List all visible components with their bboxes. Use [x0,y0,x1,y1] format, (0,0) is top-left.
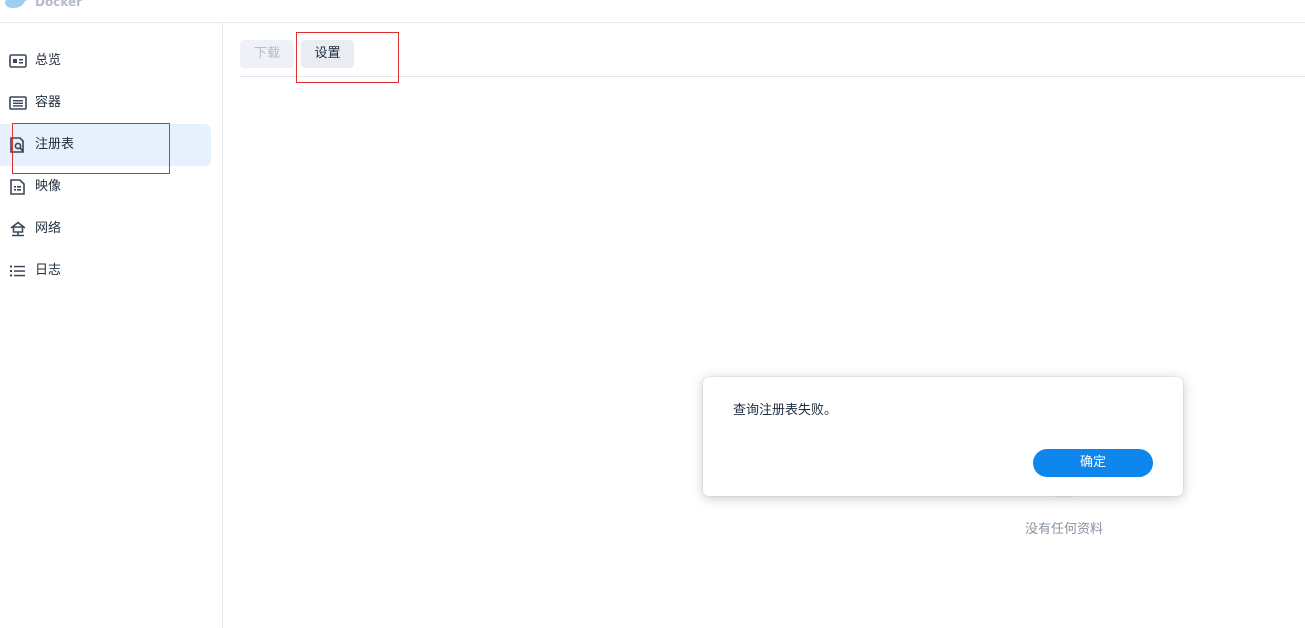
sidebar-item-overview[interactable]: 总览 [0,40,211,82]
sidebar-item-logs[interactable]: 日志 [0,250,211,292]
registry-search-icon [10,137,25,153]
sidebar-item-images[interactable]: 映像 [0,166,211,208]
sidebar-item-label: 总览 [35,53,62,68]
container-icon [9,96,27,110]
image-icon [10,179,25,195]
network-icon [10,221,26,237]
sidebar-item-label: 网络 [35,221,62,236]
sidebar-item-label: 注册表 [35,137,75,152]
docker-whale-icon [5,0,27,8]
sidebar-item-containers[interactable]: 容器 [0,82,211,124]
sidebar-item-label: 容器 [35,95,62,110]
sidebar: 总览 容器 注册表 映像 网络 日志 [0,23,223,628]
title-bar: Docker [0,0,1305,23]
ok-button[interactable]: 确定 [1033,449,1153,477]
error-dialog: 查询注册表失败。 确定 [703,377,1183,496]
app-title: Docker [35,0,83,9]
dialog-message: 查询注册表失败。 [733,403,838,418]
empty-state-text: 没有任何资料 [1025,522,1104,537]
sidebar-item-registry[interactable]: 注册表 [0,124,211,166]
sidebar-item-label: 日志 [35,263,62,278]
log-list-icon [10,265,25,277]
tab-download: 下载 [240,40,294,68]
tab-settings[interactable]: 设置 [301,40,354,68]
tabs-divider [240,76,1305,77]
sidebar-item-label: 映像 [35,179,62,194]
overview-icon [9,54,27,68]
sidebar-item-network[interactable]: 网络 [0,208,211,250]
